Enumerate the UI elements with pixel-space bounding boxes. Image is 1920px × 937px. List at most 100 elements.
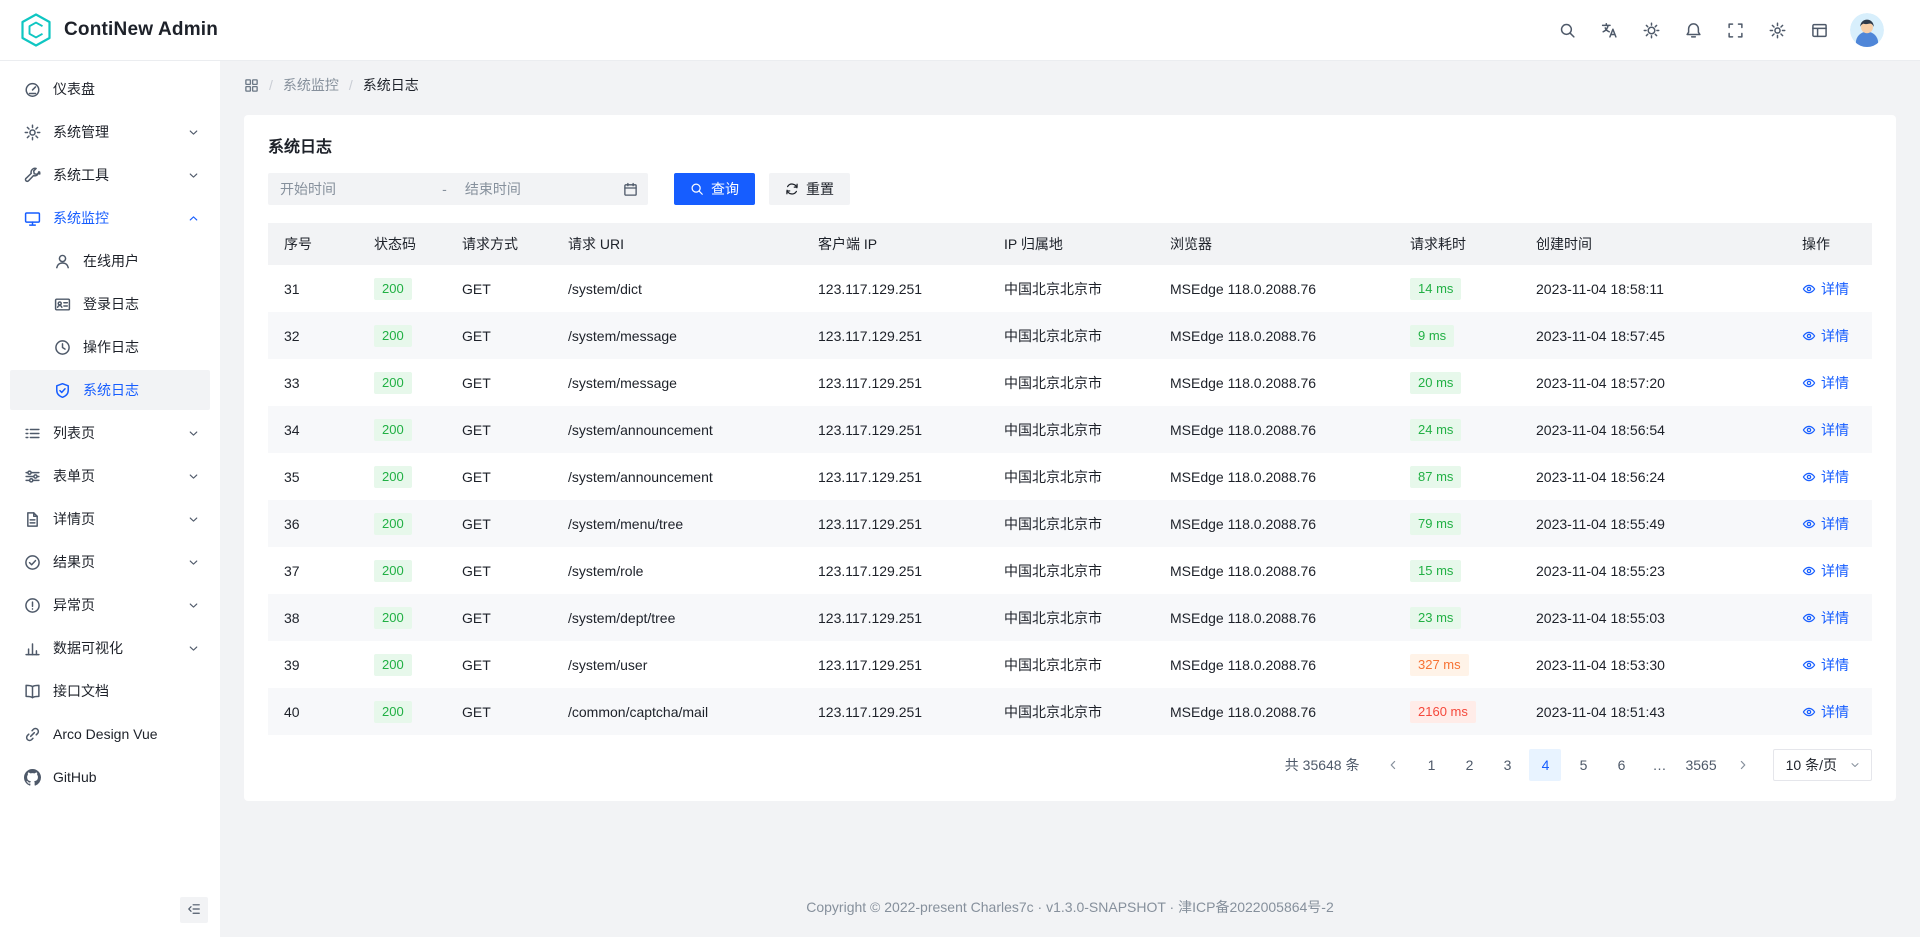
detail-link[interactable]: 详情 <box>1802 608 1849 628</box>
cell-seq: 32 <box>268 312 358 359</box>
refresh-icon <box>785 182 799 196</box>
settings-button[interactable] <box>1760 13 1794 47</box>
detail-link-label: 详情 <box>1821 702 1849 722</box>
cell-browser: MSEdge 118.0.2088.76 <box>1154 359 1394 406</box>
sidebar-item-api-docs[interactable]: 接口文档 <box>10 671 210 711</box>
cell-method: GET <box>446 594 552 641</box>
pagination-page-3[interactable]: 3 <box>1491 749 1523 781</box>
status-badge: 200 <box>374 607 412 629</box>
cell-location: 中国北京北京市 <box>988 312 1154 359</box>
cell-created: 2023-11-04 18:56:24 <box>1520 453 1786 500</box>
breadcrumb-separator: / <box>269 77 273 93</box>
app-root: ContiNew Admin 仪表盘系统管理系统工具系统监控在线用户登录日志操作… <box>0 0 1920 937</box>
pagination-page-3565[interactable]: 3565 <box>1681 749 1720 781</box>
layout-icon <box>1811 22 1828 39</box>
detail-link[interactable]: 详情 <box>1802 279 1849 299</box>
sidebar-item-detail-page[interactable]: 详情页 <box>10 499 210 539</box>
pagination-page-1[interactable]: 1 <box>1415 749 1447 781</box>
detail-link[interactable]: 详情 <box>1802 373 1849 393</box>
avatar[interactable] <box>1850 13 1884 47</box>
cell-action: 详情 <box>1786 500 1872 547</box>
sidebar-item-form-page[interactable]: 表单页 <box>10 456 210 496</box>
page-size-select[interactable]: 10 条/页 <box>1773 749 1872 781</box>
detail-link[interactable]: 详情 <box>1802 514 1849 534</box>
duration-badge: 14 ms <box>1410 278 1461 300</box>
translate-button[interactable] <box>1592 13 1626 47</box>
cell-location: 中国北京北京市 <box>988 688 1154 735</box>
sidebar-item-label: 结果页 <box>53 552 175 572</box>
sidebar-item-exception-page[interactable]: 异常页 <box>10 585 210 625</box>
chevron-up-icon <box>187 212 200 225</box>
breadcrumb-item[interactable]: 系统监控 <box>283 75 339 95</box>
cell-action: 详情 <box>1786 406 1872 453</box>
table-row: 35200GET/system/announcement123.117.129.… <box>268 453 1872 500</box>
search-icon <box>1559 22 1576 39</box>
date-range-picker[interactable]: 开始时间 - 结束时间 <box>268 173 648 205</box>
check-circle-icon <box>24 554 41 571</box>
breadcrumb-home[interactable] <box>244 78 259 93</box>
column-header-location: IP 归属地 <box>988 223 1154 265</box>
cell-action: 详情 <box>1786 359 1872 406</box>
layout-button[interactable] <box>1802 13 1836 47</box>
sun-icon <box>1643 22 1660 39</box>
sidebar-item-result-page[interactable]: 结果页 <box>10 542 210 582</box>
cell-location: 中国北京北京市 <box>988 641 1154 688</box>
chevron-down-icon <box>187 599 200 612</box>
pagination-page-2[interactable]: 2 <box>1453 749 1485 781</box>
fullscreen-button[interactable] <box>1718 13 1752 47</box>
chevron-down-icon <box>187 427 200 440</box>
sidebar-item-system-monitor[interactable]: 系统监控 <box>10 198 210 238</box>
cell-ip: 123.117.129.251 <box>802 500 988 547</box>
cell-location: 中国北京北京市 <box>988 359 1154 406</box>
cell-seq: 36 <box>268 500 358 547</box>
logo-icon <box>18 12 54 48</box>
sidebar-item-operation-logs[interactable]: 操作日志 <box>10 327 210 367</box>
search-button[interactable] <box>1550 13 1584 47</box>
sidebar-item-system-logs[interactable]: 系统日志 <box>10 370 210 410</box>
notifications-button[interactable] <box>1676 13 1710 47</box>
theme-button[interactable] <box>1634 13 1668 47</box>
log-card: 系统日志 开始时间 - 结束时间 查询 重置 <box>244 115 1896 801</box>
sidebar-item-list-page[interactable]: 列表页 <box>10 413 210 453</box>
detail-link[interactable]: 详情 <box>1802 420 1849 440</box>
sidebar-item-label: 系统管理 <box>53 122 175 142</box>
status-badge: 200 <box>374 701 412 723</box>
filter-bar: 开始时间 - 结束时间 查询 重置 <box>268 173 1872 205</box>
pagination-ellipsis[interactable]: … <box>1643 749 1675 781</box>
detail-link[interactable]: 详情 <box>1802 561 1849 581</box>
log-table: 序号状态码请求方式请求 URI客户端 IPIP 归属地浏览器请求耗时创建时间操作… <box>268 223 1872 735</box>
pagination-prev-button[interactable] <box>1377 749 1409 781</box>
sidebar-item-label: Arco Design Vue <box>53 726 200 742</box>
header: ContiNew Admin <box>0 0 1920 61</box>
cell-created: 2023-11-04 18:55:23 <box>1520 547 1786 594</box>
cell-created: 2023-11-04 18:53:30 <box>1520 641 1786 688</box>
sidebar-collapse-button[interactable] <box>180 897 208 923</box>
sidebar-item-online-users[interactable]: 在线用户 <box>10 241 210 281</box>
detail-link[interactable]: 详情 <box>1802 326 1849 346</box>
sidebar-item-label: 接口文档 <box>53 681 200 701</box>
reset-button[interactable]: 重置 <box>769 173 850 205</box>
cell-ip: 123.117.129.251 <box>802 265 988 312</box>
cell-duration: 24 ms <box>1394 406 1520 453</box>
search-button[interactable]: 查询 <box>674 173 755 205</box>
cell-location: 中国北京北京市 <box>988 265 1154 312</box>
pagination-page-4[interactable]: 4 <box>1529 749 1561 781</box>
detail-link[interactable]: 详情 <box>1802 467 1849 487</box>
sidebar-item-label: 仪表盘 <box>53 79 200 99</box>
pagination-page-6[interactable]: 6 <box>1605 749 1637 781</box>
cell-ip: 123.117.129.251 <box>802 406 988 453</box>
detail-link[interactable]: 详情 <box>1802 655 1849 675</box>
cell-seq: 34 <box>268 406 358 453</box>
sidebar-item-arco-design-vue[interactable]: Arco Design Vue <box>10 714 210 754</box>
pagination-next-button[interactable] <box>1727 749 1759 781</box>
sidebar-item-data-visualization[interactable]: 数据可视化 <box>10 628 210 668</box>
sidebar-item-label: 系统监控 <box>53 208 175 228</box>
app-logo[interactable]: ContiNew Admin <box>18 12 218 48</box>
sidebar-item-system-management[interactable]: 系统管理 <box>10 112 210 152</box>
sidebar-item-github[interactable]: GitHub <box>10 757 210 797</box>
pagination-page-5[interactable]: 5 <box>1567 749 1599 781</box>
sidebar-item-system-tools[interactable]: 系统工具 <box>10 155 210 195</box>
sidebar-item-dashboard[interactable]: 仪表盘 <box>10 69 210 109</box>
sidebar-item-login-logs[interactable]: 登录日志 <box>10 284 210 324</box>
detail-link[interactable]: 详情 <box>1802 702 1849 722</box>
